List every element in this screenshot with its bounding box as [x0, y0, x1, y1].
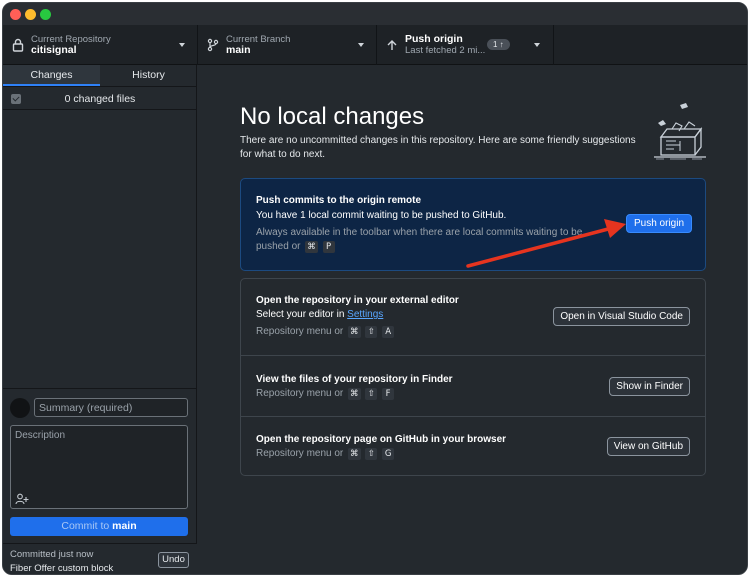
tab-history[interactable]: History [100, 65, 197, 86]
last-fetched-text: Last fetched 2 mi... [405, 45, 486, 56]
sidebar-tabs: Changes History [3, 65, 197, 87]
page-title: No local changes [240, 103, 425, 130]
repository-name: citisignal [31, 44, 77, 56]
commit-form: Commit to main [3, 388, 197, 543]
add-coauthor-icon[interactable] [15, 493, 29, 505]
lock-icon [12, 38, 24, 52]
branch-icon [207, 38, 219, 52]
shortcut-key: G [382, 448, 395, 460]
push-origin-card-button[interactable]: Push origin [626, 214, 692, 233]
list-item: Open the repository in your external edi… [241, 279, 705, 356]
shortcut-key: A [382, 326, 395, 338]
shortcut-key: ⇧ [365, 326, 378, 338]
shortcut-key: F [382, 388, 395, 400]
shortcut-key: ⌘ [348, 388, 361, 400]
zoom-window-button[interactable] [40, 9, 51, 20]
toolbar: Current Repository citisignal Current Br… [3, 25, 747, 65]
changed-files-count: 0 changed files [64, 92, 136, 105]
close-window-button[interactable] [10, 9, 21, 20]
push-card-hint: Always available in the toolbar when the… [256, 226, 596, 254]
push-origin-title: Push origin [405, 33, 463, 45]
main-content: No local changes There are no uncommitte… [198, 65, 747, 574]
suggestion-hint-text: Repository menu or [256, 388, 344, 399]
last-commit-panel: Committed just now Fiber Offer custom bl… [3, 543, 197, 574]
summary-input[interactable] [34, 398, 188, 417]
commit-button-prefix: Commit to [61, 520, 113, 532]
suggestion-title: Open the repository page on GitHub in yo… [256, 434, 507, 445]
minimize-window-button[interactable] [25, 9, 36, 20]
suggestions-list: Open the repository in your external edi… [240, 278, 706, 476]
push-options-dropdown[interactable] [522, 25, 554, 65]
suggestion-line: Select your editor in Settings [256, 309, 383, 320]
chevron-down-icon [534, 43, 540, 47]
list-item: View the files of your repository in Fin… [241, 357, 705, 417]
shortcut-key: ⇧ [365, 448, 378, 460]
list-item: Open the repository page on GitHub in yo… [241, 418, 705, 476]
shortcut-key: ⌘ [348, 326, 361, 338]
description-input[interactable] [10, 425, 188, 509]
changed-files-header: 0 changed files [3, 88, 197, 110]
push-suggestion-card: Push commits to the origin remote You ha… [240, 178, 706, 271]
push-card-description: You have 1 local commit waiting to be pu… [256, 210, 507, 221]
sidebar: Changes History 0 changed files Commit t… [3, 65, 197, 574]
current-repository-dropdown[interactable]: Current Repository citisignal [3, 25, 198, 65]
suggestion-hint: Repository menu or ⌘ ⇧ G [256, 447, 596, 461]
app-window: Current Repository citisignal Current Br… [2, 2, 748, 575]
commit-button[interactable]: Commit to main [10, 517, 188, 536]
suggestion-title: Open the repository in your external edi… [256, 295, 459, 306]
shortcut-key: ⇧ [365, 388, 378, 400]
select-all-checkbox[interactable] [11, 94, 21, 104]
avatar [10, 398, 30, 418]
last-commit-message: Fiber Offer custom block [10, 563, 114, 574]
show-in-finder-button[interactable]: Show in Finder [609, 377, 690, 396]
shortcut-key: P [322, 241, 335, 253]
commits-ahead-badge: 1 ↑ [487, 39, 510, 50]
push-origin-button[interactable]: Push origin Last fetched 2 mi... 1 ↑ [377, 25, 522, 65]
current-branch-dropdown[interactable]: Current Branch main [198, 25, 377, 65]
branch-name: main [226, 44, 251, 56]
suggestion-line-text: Select your editor in [256, 309, 348, 320]
chevron-down-icon [358, 43, 364, 47]
open-in-editor-button[interactable]: Open in Visual Studio Code [553, 307, 690, 326]
title-bar [3, 3, 747, 25]
shortcut-key: ⌘ [305, 241, 318, 253]
settings-link[interactable]: Settings [347, 309, 383, 320]
view-on-github-button[interactable]: View on GitHub [606, 437, 690, 456]
illustration [654, 103, 706, 160]
chevron-down-icon [179, 43, 185, 47]
suggestion-hint-text: Repository menu or [256, 326, 344, 337]
page-subtitle: There are no uncommitted changes in this… [240, 135, 636, 160]
push-card-title: Push commits to the origin remote [256, 195, 422, 206]
tab-changes[interactable]: Changes [3, 65, 100, 86]
undo-button[interactable]: Undo [158, 552, 189, 568]
shortcut-key: ⌘ [348, 448, 361, 460]
suggestion-hint-text: Repository menu or [256, 448, 344, 459]
suggestion-title: View the files of your repository in Fin… [256, 374, 453, 385]
last-commit-time: Committed just now [10, 549, 94, 560]
push-arrow-icon [387, 40, 397, 50]
commit-button-branch: main [112, 520, 137, 532]
suggestion-hint: Repository menu or ⌘ ⇧ A [256, 325, 596, 339]
suggestion-hint: Repository menu or ⌘ ⇧ F [256, 387, 596, 401]
